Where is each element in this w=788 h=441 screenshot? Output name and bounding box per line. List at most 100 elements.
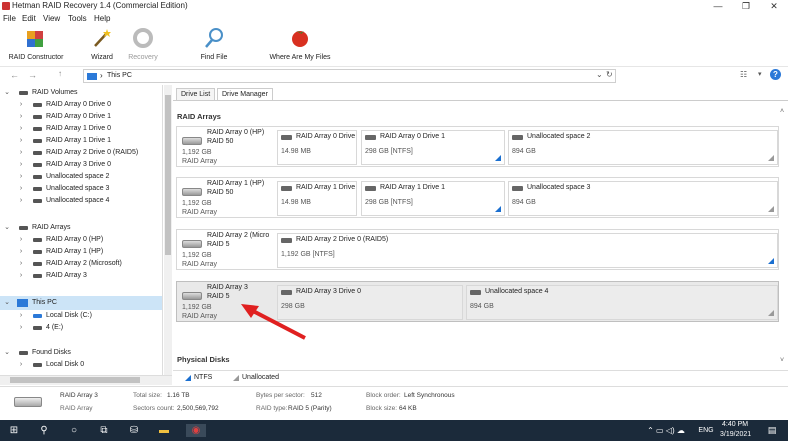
chevron-right-icon[interactable]: ›	[17, 123, 25, 135]
main-vertical-scrollbar[interactable]: ˄ ˅	[779, 105, 788, 370]
chevron-right-icon[interactable]: ›	[17, 270, 25, 282]
tree-item[interactable]: › RAID Array 0 Drive 1	[0, 111, 162, 123]
raid-constructor-button[interactable]: RAID Constructor	[3, 27, 69, 63]
partition-card[interactable]: RAID Array 0 Drive 14.98 MB	[277, 130, 357, 165]
address-field[interactable]: › This PC ⌄ ↻	[83, 69, 616, 83]
tree-hscroll-thumb[interactable]	[10, 377, 140, 383]
partition-card[interactable]: RAID Array 2 Drive 0 (RAID5) 1,192 GB [N…	[277, 233, 778, 268]
chevron-right-icon[interactable]: ›	[17, 359, 25, 371]
magic-wand-icon	[94, 29, 111, 47]
chevron-down-icon[interactable]: ⌄	[3, 296, 11, 310]
tree-found-disks[interactable]: ⌄ Found Disks	[0, 347, 162, 359]
chevron-right-icon[interactable]: ›	[17, 310, 25, 322]
recovery-button[interactable]: Recovery	[124, 27, 162, 63]
menu-help[interactable]: Help	[94, 14, 110, 23]
tree-item[interactable]: › Local Disk 0	[0, 359, 162, 371]
chevron-right-icon[interactable]: ›	[17, 195, 25, 207]
where-are-my-files-button[interactable]: Where Are My Files	[266, 27, 334, 63]
chevron-down-icon[interactable]: ⌄	[3, 87, 11, 99]
chevron-right-icon[interactable]: ›	[17, 183, 25, 195]
drive-icon	[33, 262, 42, 266]
drive-icon	[19, 226, 28, 230]
clock-date[interactable]: 3/19/2021	[720, 431, 751, 438]
partition-card[interactable]: RAID Array 0 Drive 1 298 GB [NTFS]	[361, 130, 505, 165]
maximize-button[interactable]: ❐	[732, 0, 760, 13]
raid-array-row[interactable]: RAID Array 1 (HP) RAID 50 1,192 GB RAID …	[176, 177, 779, 218]
scroll-up-icon[interactable]: ˄	[780, 108, 784, 115]
partition-card[interactable]: Unallocated space 4 894 GB	[466, 285, 778, 320]
tree-item[interactable]: › RAID Array 1 Drive 0	[0, 123, 162, 135]
drive-icon	[33, 175, 42, 179]
tree-item[interactable]: › 4 (E:)	[0, 322, 162, 334]
array-summary[interactable]: RAID Array 0 (HP) RAID 50 1,192 GB RAID …	[179, 129, 275, 166]
cortana-icon[interactable]: ○	[66, 424, 82, 437]
tree-raid-arrays[interactable]: ⌄ RAID Arrays	[0, 222, 162, 234]
forward-arrow-icon[interactable]: →	[28, 70, 37, 80]
raid-array-row[interactable]: RAID Array 2 (Micro RAID 5 1,192 GB RAID…	[176, 229, 779, 270]
find-file-button[interactable]: Find File	[194, 27, 234, 63]
minimize-button[interactable]: —	[704, 0, 732, 13]
partition-card[interactable]: RAID Array 1 Drive 1 298 GB [NTFS]	[361, 181, 505, 216]
windows-start-icon[interactable]: ⊞	[6, 424, 22, 437]
notifications-icon[interactable]: ▤	[764, 424, 780, 437]
back-arrow-icon[interactable]: ←	[10, 70, 19, 80]
system-tray-icons[interactable]: ⌃ ▭ ◁) ☁	[636, 424, 696, 437]
raid-array-row[interactable]: RAID Array 0 (HP) RAID 50 1,192 GB RAID …	[176, 126, 779, 167]
partition-card[interactable]: Unallocated space 2 894 GB	[508, 130, 778, 165]
array-summary[interactable]: RAID Array 2 (Micro RAID 5 1,192 GB RAID…	[179, 232, 275, 269]
tree-raid-volumes[interactable]: ⌄ RAID Volumes	[0, 87, 162, 99]
array-summary[interactable]: RAID Array 1 (HP) RAID 50 1,192 GB RAID …	[179, 180, 275, 217]
view-dropdown-icon[interactable]: ▾	[758, 70, 762, 78]
tree-item[interactable]: › Unallocated space 4	[0, 195, 162, 207]
tree-item[interactable]: › Unallocated space 2	[0, 171, 162, 183]
help-icon[interactable]: ?	[770, 69, 781, 80]
tree-item[interactable]: › RAID Array 3	[0, 270, 162, 282]
tree-scroll-thumb[interactable]	[165, 95, 171, 255]
view-options-icon[interactable]: ☷	[740, 70, 752, 80]
tree-item[interactable]: › RAID Array 0 Drive 0	[0, 99, 162, 111]
clock-time[interactable]: 4:40 PM	[722, 421, 748, 428]
chevron-right-icon[interactable]: ›	[17, 159, 25, 171]
partition-card[interactable]: RAID Array 1 Drive 14.98 MB	[277, 181, 357, 216]
chevron-right-icon[interactable]: ›	[17, 147, 25, 159]
close-button[interactable]: ✕	[760, 0, 788, 13]
language-indicator[interactable]: ENG	[696, 424, 716, 437]
chevron-right-icon[interactable]: ›	[17, 322, 25, 334]
chevron-right-icon[interactable]: ›	[17, 171, 25, 183]
up-arrow-icon[interactable]: ↑	[58, 69, 62, 78]
tree-item[interactable]: › RAID Array 2 Drive 0 (RAID5)	[0, 147, 162, 159]
chevron-down-icon[interactable]: ⌄	[3, 222, 11, 234]
scroll-down-icon[interactable]: ˅	[780, 357, 784, 364]
chevron-right-icon[interactable]: ›	[17, 234, 25, 246]
computer-icon	[87, 73, 97, 80]
search-icon[interactable]: ⚲	[36, 424, 52, 437]
menu-tools[interactable]: Tools	[68, 14, 87, 23]
chevron-right-icon[interactable]: ›	[17, 111, 25, 123]
path-this-pc[interactable]: This PC	[107, 72, 132, 79]
wizard-button[interactable]: Wizard	[86, 27, 118, 63]
tree-item[interactable]: › RAID Array 2 (Microsoft)	[0, 258, 162, 270]
chevron-right-icon[interactable]: ›	[17, 258, 25, 270]
drive-icon	[19, 351, 28, 355]
partition-card[interactable]: Unallocated space 3 894 GB	[508, 181, 778, 216]
file-explorer-icon[interactable]: ▬	[156, 424, 172, 437]
tree-this-pc[interactable]: ⌄ This PC	[0, 296, 162, 310]
tree-item[interactable]: › RAID Array 1 (HP)	[0, 246, 162, 258]
app-taskbar-icon[interactable]: ⛁	[126, 424, 142, 437]
tree-item[interactable]: › RAID Array 3 Drive 0	[0, 159, 162, 171]
task-view-icon[interactable]: ⧉	[96, 424, 112, 437]
tree-item[interactable]: › RAID Array 0 (HP)	[0, 234, 162, 246]
menu-edit[interactable]: Edit	[22, 14, 36, 23]
refresh-icon[interactable]: ↻	[606, 70, 613, 79]
tree-item[interactable]: › Local Disk (C:)	[0, 310, 162, 322]
chevron-right-icon[interactable]: ›	[17, 246, 25, 258]
tree-item[interactable]: › Unallocated space 3	[0, 183, 162, 195]
raid-recovery-taskbar-icon[interactable]: ◉	[186, 424, 206, 437]
path-dropdown-icon[interactable]: ⌄	[596, 70, 603, 79]
chevron-right-icon[interactable]: ›	[17, 135, 25, 147]
chevron-right-icon[interactable]: ›	[17, 99, 25, 111]
chevron-down-icon[interactable]: ⌄	[3, 347, 11, 359]
menu-view[interactable]: View	[43, 14, 60, 23]
tree-item[interactable]: › RAID Array 1 Drive 1	[0, 135, 162, 147]
menu-file[interactable]: File	[3, 14, 16, 23]
